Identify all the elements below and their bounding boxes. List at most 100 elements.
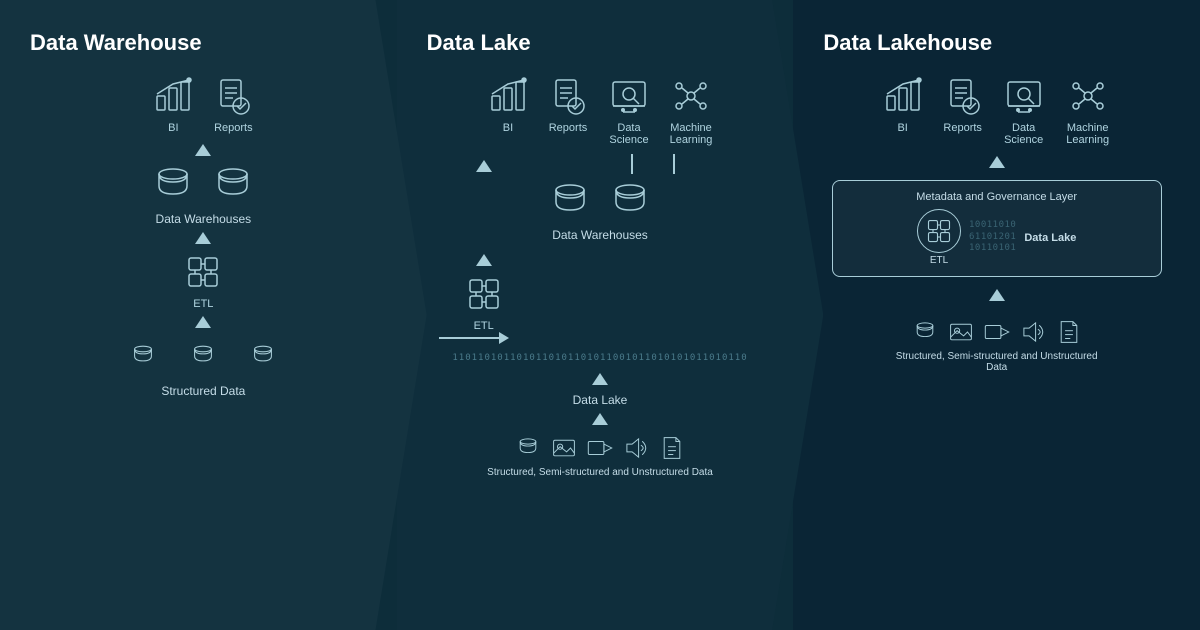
warehouse-bi-item: BI: [151, 74, 195, 134]
binary-display: 1101101011010110101101011001011010101011…: [452, 353, 747, 363]
database-icon-2: [211, 162, 255, 206]
lake-source-icons: [515, 435, 685, 461]
lake-etl-icon: [462, 272, 506, 316]
lake-datalake-label: Data Lake: [573, 393, 628, 407]
lake-right-arrows: [529, 154, 762, 178]
arrow-up-to-etl: [592, 413, 608, 425]
governance-datalake: Data Lake: [1024, 232, 1076, 244]
lake-db2: [608, 178, 652, 222]
source-db-3: [241, 334, 285, 378]
lake-ml-label: Machine Learning: [668, 122, 714, 146]
lakehouse-arrow-to-governance: [989, 156, 1005, 168]
h-arrow-1: [499, 332, 509, 344]
etl-label: ETL: [193, 298, 213, 310]
lakehouse-bi-item: BI: [881, 74, 925, 146]
lakehouse-datascience-icon: [1002, 74, 1046, 118]
lh-source-audio-icon: [1020, 319, 1046, 345]
lake-ml-item: Machine Learning: [668, 74, 714, 146]
lake-dw-label: Data Warehouses: [552, 228, 648, 242]
governance-title: Metadata and Governance Layer: [847, 191, 1147, 203]
lakehouse-ml-icon: [1066, 74, 1110, 118]
horizontal-arrows: [439, 332, 529, 344]
warehouse-source-label: Structured Data: [161, 384, 245, 398]
lake-etl-block: ETL: [439, 248, 529, 344]
source-video-icon: [587, 435, 613, 461]
h-line-1: [439, 337, 499, 339]
data-lake-panel: Data Lake BI Reports Data Science Machin…: [397, 0, 824, 630]
lakehouse-source-icons: [912, 319, 1082, 345]
lake-etl-label: ETL: [474, 320, 494, 332]
lakehouse-ml-item: Machine Learning: [1063, 74, 1113, 146]
lake-datascience-item: Data Science: [606, 74, 652, 146]
source-structured-icon: [515, 435, 541, 461]
governance-inner: ETL 100110106110120110110101 Data Lake: [847, 209, 1147, 266]
lakehouse-etl-circle: [917, 209, 961, 253]
lake-top-icons: BI Reports Data Science Machine Learning: [486, 74, 714, 146]
lake-reports-item: Reports: [546, 74, 590, 146]
lake-datascience-icon: [607, 74, 651, 118]
lake-etl-section: ETL: [439, 248, 762, 344]
warehouse-etl-item: ETL: [181, 250, 225, 310]
lakehouse-bi-icon: [881, 74, 925, 118]
warehouse-db-icons: [151, 162, 255, 206]
arrow-to-top-tools: [195, 144, 211, 156]
lakehouse-governance-box: Metadata and Governance Layer ETL 100110…: [832, 180, 1162, 277]
lake-source-label: Structured, Semi-structured and Unstruct…: [487, 467, 713, 478]
lakehouse-reports-icon: [941, 74, 985, 118]
database-icon-1: [151, 162, 195, 206]
lake-bi-item: BI: [486, 74, 530, 146]
lakehouse-etl-block: ETL: [917, 209, 961, 266]
source-doc-icon: [659, 435, 685, 461]
warehouse-top-icons: BI Reports: [151, 74, 255, 134]
data-warehouse-panel: Data Warehouse BI Reports D: [0, 0, 427, 630]
lakehouse-top-icons: BI Reports Data Science Machine Learning: [881, 74, 1113, 146]
lake-bi-label: BI: [503, 122, 513, 134]
warehouse-reports-item: Reports: [211, 74, 255, 134]
source-audio-icon: [623, 435, 649, 461]
lake-reports-icon: [546, 74, 590, 118]
arrow-to-lake: [592, 373, 608, 385]
etl-icon: [181, 250, 225, 294]
data-lakehouse-panel: Data Lakehouse BI Reports Data Science M…: [793, 0, 1200, 630]
warehouse-db-label: Data Warehouses: [156, 212, 252, 226]
lakehouse-source-label: Structured, Semi-structured and Unstruct…: [887, 351, 1107, 373]
lake-arrow-section: [439, 154, 762, 178]
lakehouse-datascience-item: Data Science: [1001, 74, 1047, 146]
governance-datalake-label: Data Lake: [1024, 232, 1076, 244]
lake-db-icon-1: [548, 178, 592, 222]
lake-horizontal-lines: [603, 154, 687, 174]
bi-icon: [151, 74, 195, 118]
lakehouse-bi-label: BI: [897, 122, 907, 134]
lake-title: Data Lake: [417, 30, 531, 56]
arrow-to-etl: [195, 316, 211, 328]
reports-label: Reports: [214, 122, 253, 134]
lakehouse-etl-label: ETL: [930, 255, 948, 266]
lake-db-icon-2: [608, 178, 652, 222]
lake-binary-section: 1101101011010110101101011001011010101011…: [439, 348, 762, 407]
lakehouse-binary-bg: 100110106110120110110101: [969, 220, 1016, 255]
lakehouse-reports-item: Reports: [941, 74, 985, 146]
db-icon-2: [211, 162, 255, 206]
lh-source-doc-icon: [1056, 319, 1082, 345]
source-db-1: [121, 334, 165, 378]
lakehouse-reports-label: Reports: [943, 122, 982, 134]
bi-label: BI: [168, 122, 178, 134]
lake-datascience-label: Data Science: [606, 122, 652, 146]
arrow-to-dw: [195, 232, 211, 244]
lakehouse-datascience-label: Data Science: [1001, 122, 1047, 146]
lake-ml-icon: [669, 74, 713, 118]
lake-bi-icon: [486, 74, 530, 118]
lake-db1: [548, 178, 592, 222]
reports-icon: [211, 74, 255, 118]
lake-label-block: Data Lake: [439, 367, 762, 407]
source-db-2: [181, 334, 225, 378]
lake-left-arrows: [439, 154, 529, 178]
db-icon-1: [151, 162, 195, 206]
lake-binary-text: 1101101011010110101101011001011010101011…: [439, 348, 762, 367]
lakehouse-title: Data Lakehouse: [813, 30, 992, 56]
warehouse-title: Data Warehouse: [20, 30, 202, 56]
lh-source-db-icon: [912, 319, 938, 345]
lake-dw-icons: [548, 178, 652, 222]
arrow-up-to-dw: [476, 254, 492, 266]
lakehouse-ml-label: Machine Learning: [1063, 122, 1113, 146]
